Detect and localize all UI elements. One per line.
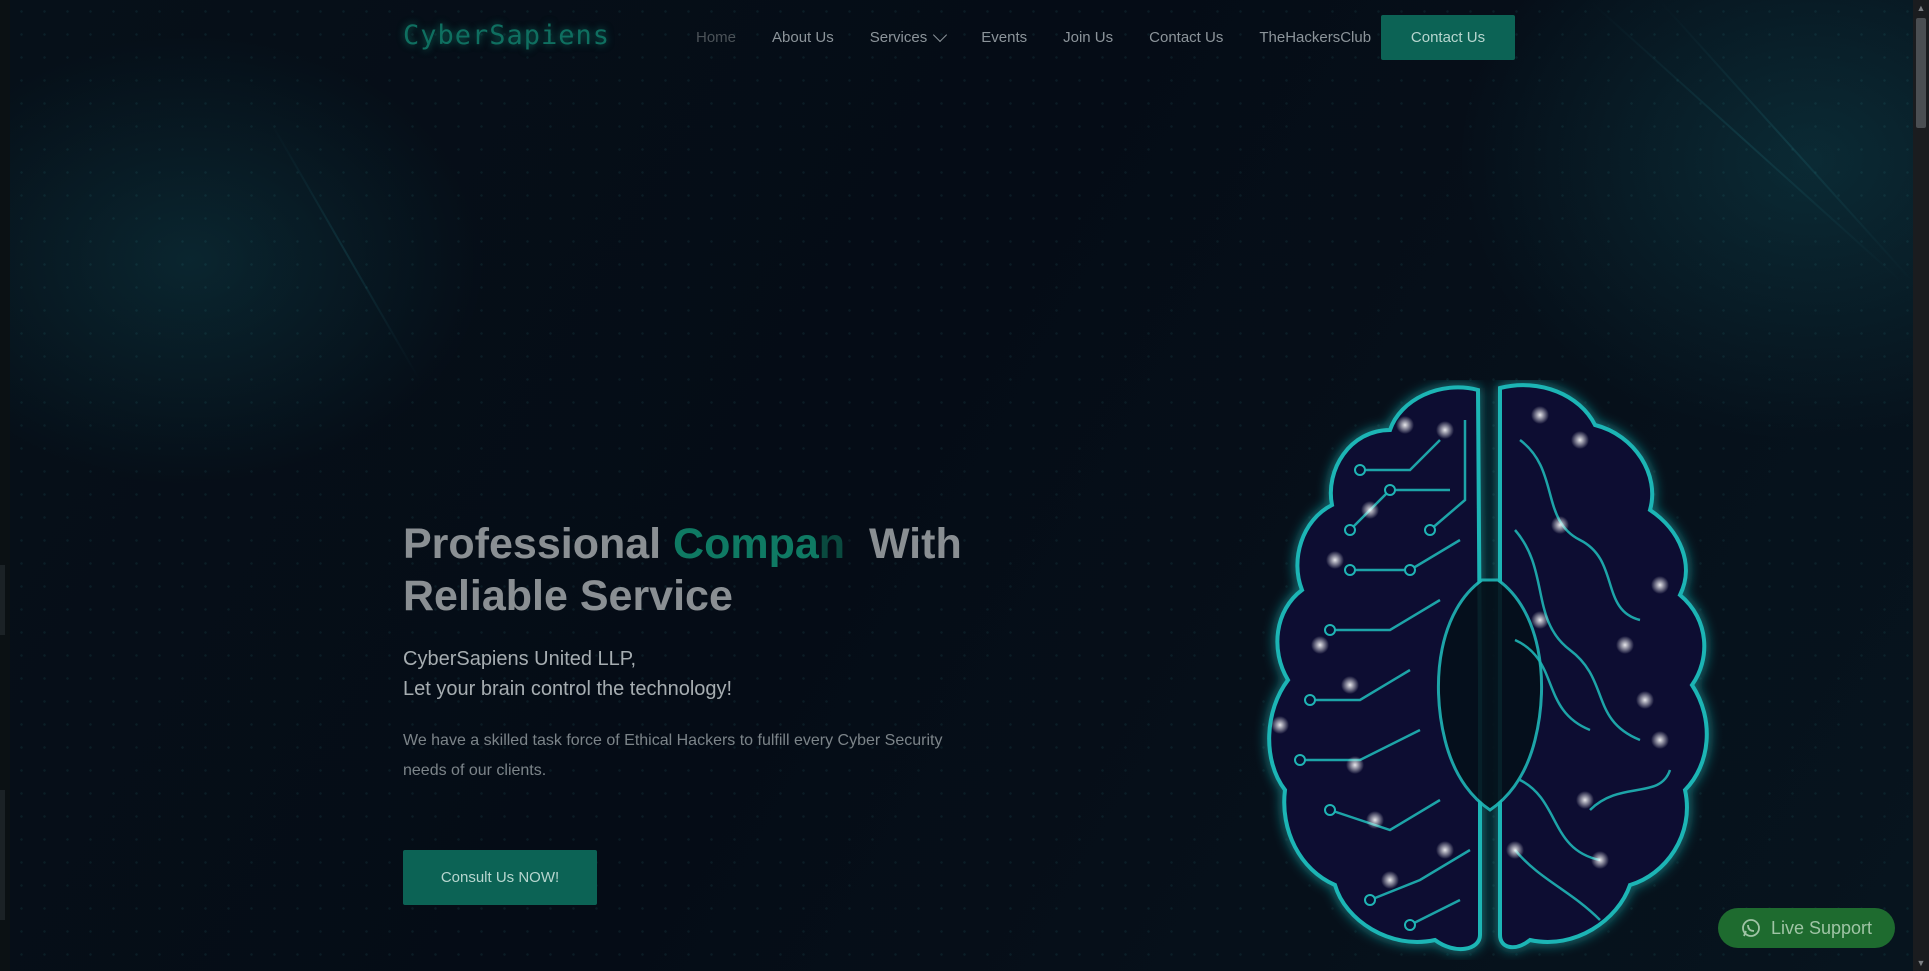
nav-item-join-us[interactable]: Join Us — [1063, 29, 1113, 46]
consult-button[interactable]: Consult Us NOW! — [403, 850, 597, 905]
header-contact-button[interactable]: Contact Us — [1381, 15, 1515, 60]
site-logo[interactable]: CyberSapiens — [403, 20, 610, 51]
nav-item-contact-us[interactable]: Contact Us — [1149, 29, 1223, 46]
hero-subtitle-company: CyberSapiens United LLP, — [403, 648, 637, 670]
hero-title: Professional Compan With Reliable Servic… — [403, 518, 983, 622]
hero-title-line2: Reliable Service — [403, 572, 733, 620]
chevron-down-icon — [933, 27, 948, 42]
live-support-label: Live Support — [1770, 917, 1873, 938]
nav-item-about-us[interactable]: About Us — [772, 29, 834, 46]
left-edge-bar — [0, 0, 10, 971]
nav-item-home[interactable]: Home — [696, 29, 736, 46]
whatsapp-icon — [1742, 919, 1760, 937]
scrollbar[interactable]: ▲ ▼ — [1913, 0, 1929, 971]
nav-item-services[interactable]: Services — [870, 27, 948, 46]
hero-title-prefix: Professional — [403, 520, 662, 568]
hero-subtitle-tagline: Let your brain control the technology! — [403, 678, 733, 700]
nav-item-events[interactable]: Events — [981, 29, 1027, 46]
hero-title-typed-word: Compan — [673, 520, 846, 568]
nav-item-thehackersclub[interactable]: TheHackersClub — [1259, 29, 1371, 46]
main-nav: Home About Us Services Events Join Us Co… — [696, 27, 1407, 46]
live-support-button[interactable]: Live Support — [1718, 908, 1895, 948]
scroll-down-icon[interactable]: ▼ — [1913, 955, 1929, 971]
scrollbar-thumb[interactable] — [1916, 18, 1926, 128]
scroll-up-icon[interactable]: ▲ — [1913, 0, 1929, 16]
hero-subtitle: CyberSapiens United LLP, Let your brain … — [403, 644, 732, 704]
brain-circuit-illustration — [1267, 383, 1709, 952]
hero-description: We have a skilled task force of Ethical … — [403, 732, 943, 779]
hero-title-suffix: With — [868, 520, 962, 568]
